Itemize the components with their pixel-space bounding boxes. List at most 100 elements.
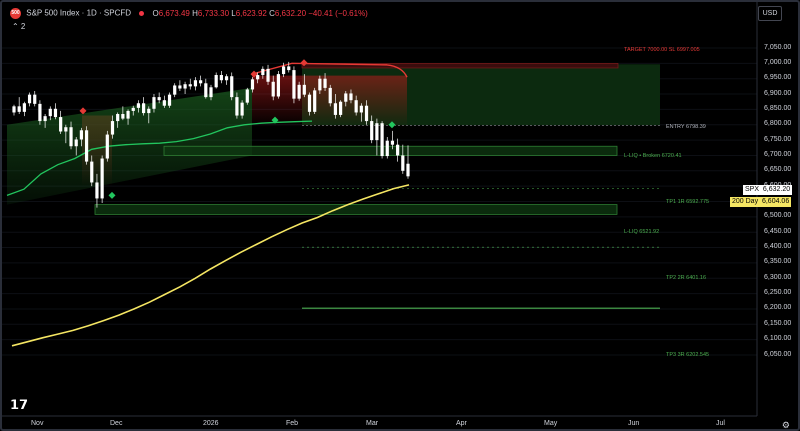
candle-body (33, 94, 37, 104)
candle-body (271, 81, 275, 97)
time-tick-label: Mar (366, 420, 379, 427)
candle-body (344, 93, 348, 102)
candle-body (100, 158, 104, 199)
chart-window[interactable]: 500 S&P 500 Index · 1D · SPCFD O6,673.49… (0, 0, 800, 431)
candle (396, 138, 400, 162)
candle-body (59, 117, 63, 132)
symbol-logo-icon: 500 (10, 8, 21, 19)
liq-zone (94, 204, 618, 215)
candle-body (193, 80, 198, 87)
candle-body (349, 93, 353, 101)
price-tick-label: 6,150.00 (764, 319, 792, 327)
candle-body (131, 107, 135, 111)
candle-body (12, 106, 16, 113)
candle-body (250, 79, 255, 90)
candle-body (401, 155, 405, 171)
price-tick-label: 6,200.00 (764, 304, 792, 312)
ma200-price-tag: 200 Day 6,604.06 (730, 197, 792, 207)
candle (38, 100, 42, 125)
entry-label: ENTRY 6798.39 (666, 124, 706, 130)
sl-label: TARGET 7000.00 SL 6997.005 (624, 47, 700, 53)
candle-body (105, 134, 109, 159)
candle-body (64, 127, 68, 132)
candle-body (53, 108, 58, 118)
price-tick-label: 6,050.00 (764, 350, 792, 358)
candle (313, 87, 317, 115)
chart-canvas[interactable] (2, 2, 800, 431)
spx-price-tag: SPX 6,632.20 (743, 185, 793, 195)
price-change: −40.41 (−0.61%) (308, 8, 368, 18)
time-tick-label: 2026 (203, 420, 219, 427)
candle-body (380, 123, 384, 157)
price-tick-label: 6,700.00 (764, 150, 792, 158)
price-tick-label: 7,050.00 (764, 43, 792, 51)
ohlc-values: O6,673.49 H6,733.30 L6,623.92 C6,632.20 … (152, 8, 368, 18)
market-status-icon (139, 11, 145, 16)
candle-body (406, 163, 410, 177)
candle-body (183, 84, 187, 89)
candle-body (370, 121, 374, 141)
price-tick-label: 6,900.00 (764, 89, 792, 97)
candle-body (230, 76, 234, 98)
candle-body (385, 140, 389, 157)
candle-body (307, 94, 312, 112)
candle (219, 71, 223, 84)
candle-body (396, 144, 400, 156)
candle-body (199, 80, 203, 84)
tradingview-logo-icon[interactable]: 𝟭𝟳 (10, 397, 28, 413)
candle (214, 72, 218, 89)
indicators-toggle-button[interactable]: ⌃ 2 (12, 22, 25, 31)
symbol-legend[interactable]: 500 S&P 500 Index · 1D · SPCFD O6,673.49… (10, 8, 368, 19)
candle-body (245, 89, 249, 103)
candle-body (147, 108, 151, 114)
time-tick-label: Jun (628, 420, 640, 427)
candle-body (256, 75, 260, 80)
settings-gear-icon[interactable]: ⚙ (782, 420, 790, 429)
zones (7, 62, 660, 215)
candle-body (110, 121, 115, 135)
currency-button[interactable]: USD (758, 6, 782, 21)
candle-body (375, 123, 379, 141)
candle (53, 103, 58, 120)
candle-body (79, 130, 83, 140)
liq-label: L-LIQ 6521.92 (624, 229, 660, 235)
candle-body (136, 103, 141, 108)
candle-body (333, 103, 338, 115)
candle-body (302, 84, 306, 95)
candle (245, 87, 249, 105)
candle-body (74, 139, 78, 147)
price-tick-label: 6,500.00 (764, 212, 792, 220)
candle (59, 110, 63, 134)
candle-body (235, 97, 239, 116)
candle (230, 72, 234, 101)
candle (84, 126, 89, 165)
candle-body (38, 103, 42, 122)
candle-body (204, 83, 208, 98)
price-tick-label: 6,450.00 (764, 227, 792, 235)
candle-body (214, 75, 218, 88)
candle-body (157, 97, 161, 101)
candle-body (90, 161, 94, 183)
candle-body (390, 140, 395, 145)
candle-body (162, 100, 166, 106)
candle-body (48, 108, 52, 117)
candle (380, 121, 384, 159)
time-tick-label: Apr (456, 420, 467, 427)
price-tick-label: 6,950.00 (764, 74, 792, 82)
symbol-title[interactable]: S&P 500 Index · 1D · SPCFD (26, 9, 131, 18)
candle (276, 71, 280, 99)
candle-body (17, 106, 21, 112)
candle-body (142, 103, 146, 114)
candle-body (354, 100, 358, 113)
price-tick-label: 6,750.00 (764, 135, 792, 143)
candle-body (323, 78, 327, 88)
candle (339, 100, 343, 118)
candle (188, 78, 192, 90)
candle-body (266, 68, 270, 82)
candle-body (27, 94, 32, 104)
price-tick-label: 6,400.00 (764, 243, 792, 251)
candle-body (116, 114, 120, 122)
time-tick-label: Nov (31, 420, 44, 427)
candle (224, 74, 229, 85)
candle (12, 104, 16, 116)
